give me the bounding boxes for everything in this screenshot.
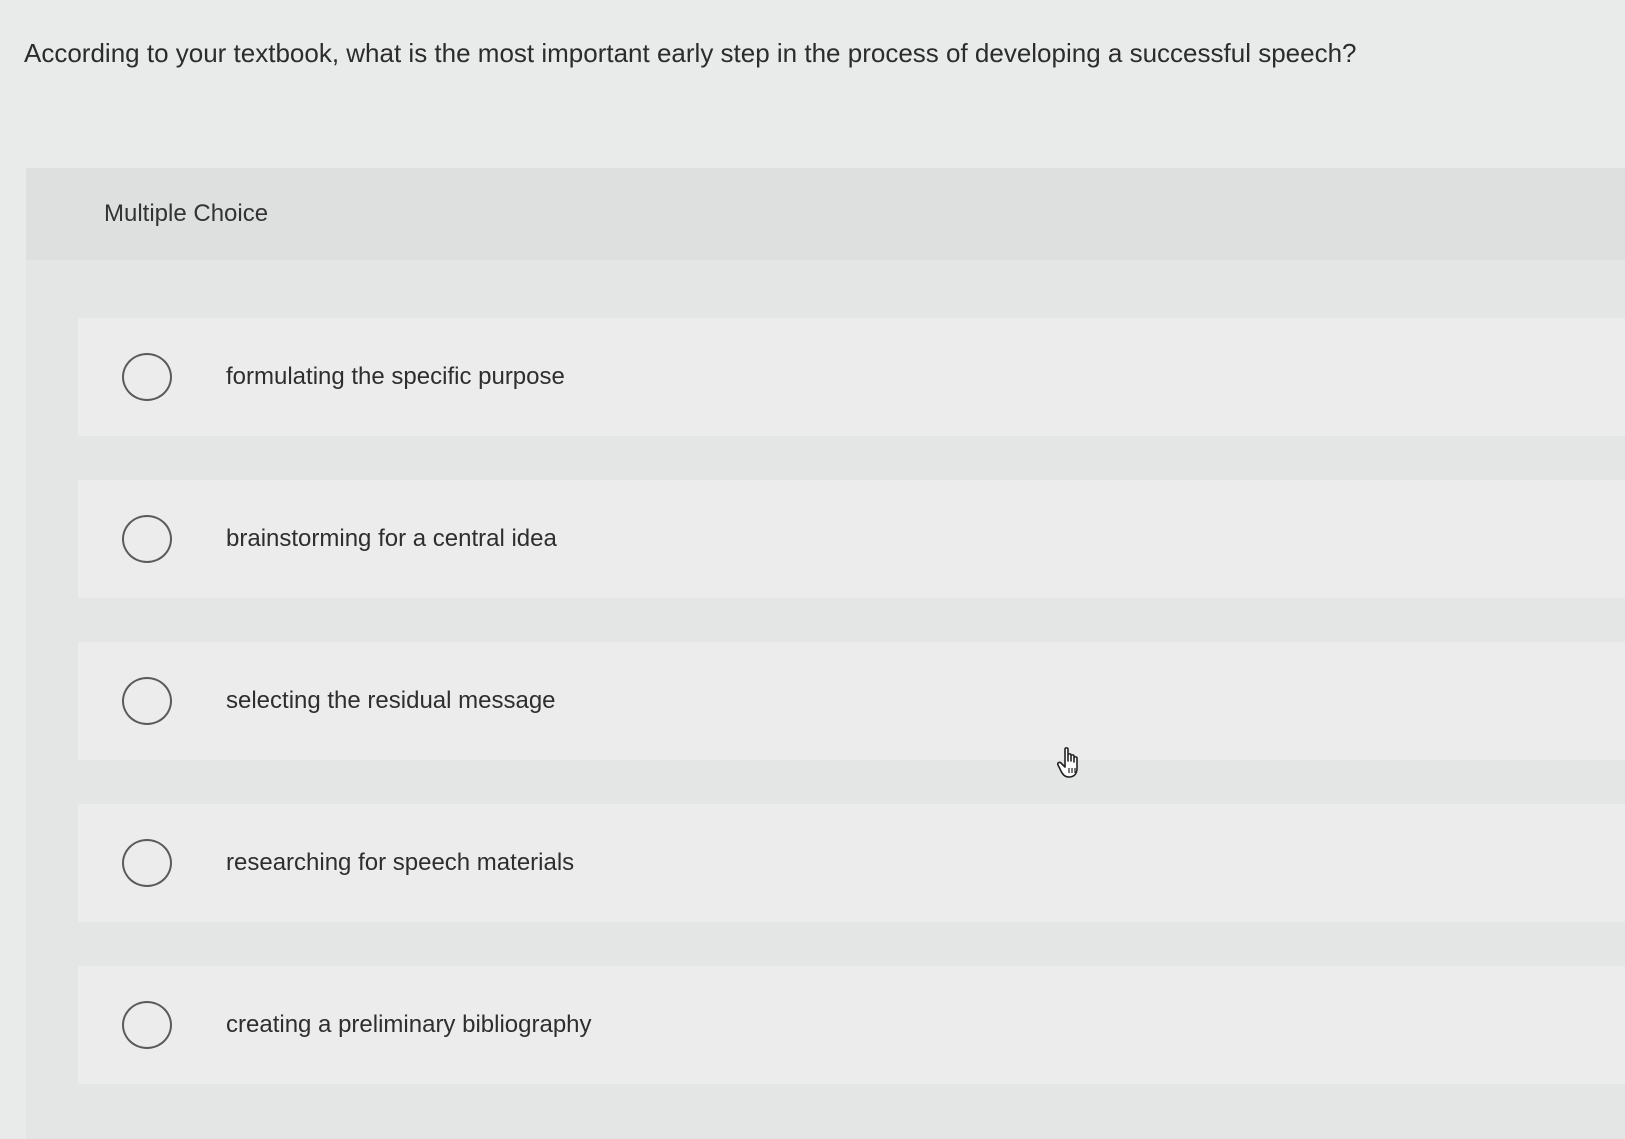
radio-button-icon[interactable] [122,1001,172,1049]
answer-option-3[interactable]: selecting the residual message [78,642,1625,760]
answer-option-4[interactable]: researching for speech materials [78,804,1625,922]
question-text: According to your textbook, what is the … [24,38,1357,68]
answer-option-2[interactable]: brainstorming for a central idea [78,480,1625,598]
question-type-label: Multiple Choice [104,200,269,227]
radio-button-icon[interactable] [122,677,172,725]
answer-option-label: researching for speech materials [226,849,575,876]
answer-option-label: brainstorming for a central idea [226,525,557,552]
answer-option-label: formulating the specific purpose [226,363,565,390]
hand-pointer-icon [1056,747,1078,778]
radio-button-icon[interactable] [122,515,172,563]
answer-option-label: selecting the residual message [226,687,556,714]
panel-header: Multiple Choice [26,168,1625,260]
answer-options-list: formulating the specific purpose brainst… [78,318,1625,1128]
radio-button-icon[interactable] [122,839,172,887]
answer-option-1[interactable]: formulating the specific purpose [78,318,1625,436]
answer-option-label: creating a preliminary bibliography [226,1011,592,1038]
radio-button-icon[interactable] [122,353,172,401]
multiple-choice-panel: Multiple Choice formulating the specific… [26,168,1625,1139]
answer-option-5[interactable]: creating a preliminary bibliography [78,966,1625,1084]
